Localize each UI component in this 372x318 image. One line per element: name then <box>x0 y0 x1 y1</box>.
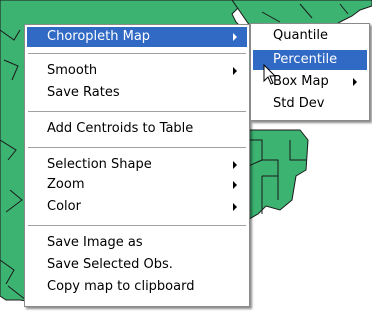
menu-item-label: Save Rates <box>47 85 120 100</box>
menu-item-label: Zoom <box>47 177 85 192</box>
submenu-arrow-icon <box>233 67 237 75</box>
menu-item-label: Percentile <box>273 52 338 67</box>
menu-item-label: Choropleth Map <box>47 29 151 44</box>
submenu-arrow-icon <box>233 203 237 211</box>
menu-item-save-selected-obs[interactable]: Save Selected Obs. <box>27 255 247 275</box>
menu-item-selection-shape[interactable]: Selection Shape <box>27 155 247 175</box>
menu-item-smooth[interactable]: Smooth <box>27 61 247 81</box>
submenu-arrow-icon <box>233 181 237 189</box>
menu-item-save-image[interactable]: Save Image as <box>27 233 247 253</box>
menu-item-label: Save Image as <box>47 235 143 250</box>
menu-item-label: Color <box>47 199 81 214</box>
menu-item-save-rates[interactable]: Save Rates <box>27 83 247 103</box>
menu-item-choropleth-map[interactable]: Choropleth Map <box>27 27 247 47</box>
menu-item-add-centroids[interactable]: Add Centroids to Table <box>27 119 247 139</box>
menu-item-color[interactable]: Color <box>27 197 247 217</box>
menu-separator <box>28 147 246 149</box>
arrow-cursor-icon <box>263 64 277 85</box>
menu-item-label: Copy map to clipboard <box>47 279 195 294</box>
submenu-arrow-icon <box>233 161 237 169</box>
submenu-arrow-icon <box>233 33 237 41</box>
menu-item-label: Std Dev <box>273 96 325 111</box>
menu-separator <box>28 225 246 227</box>
submenu-item-quantile[interactable]: Quantile <box>253 26 367 46</box>
menu-item-label: Smooth <box>47 63 98 78</box>
menu-item-zoom[interactable]: Zoom <box>27 175 247 195</box>
menu-item-label: Save Selected Obs. <box>47 257 173 272</box>
submenu-item-std-dev[interactable]: Std Dev <box>253 94 367 114</box>
submenu-arrow-icon <box>353 78 357 86</box>
menu-item-label: Selection Shape <box>47 157 152 172</box>
menu-item-copy-map[interactable]: Copy map to clipboard <box>27 277 247 297</box>
menu-item-label: Add Centroids to Table <box>47 121 194 136</box>
menu-separator <box>28 53 246 55</box>
menu-item-label: Box Map <box>273 74 329 89</box>
map-context-menu: Choropleth Map Smooth Save Rates Add Cen… <box>24 24 250 307</box>
menu-separator <box>28 111 246 113</box>
menu-item-label: Quantile <box>273 28 328 43</box>
